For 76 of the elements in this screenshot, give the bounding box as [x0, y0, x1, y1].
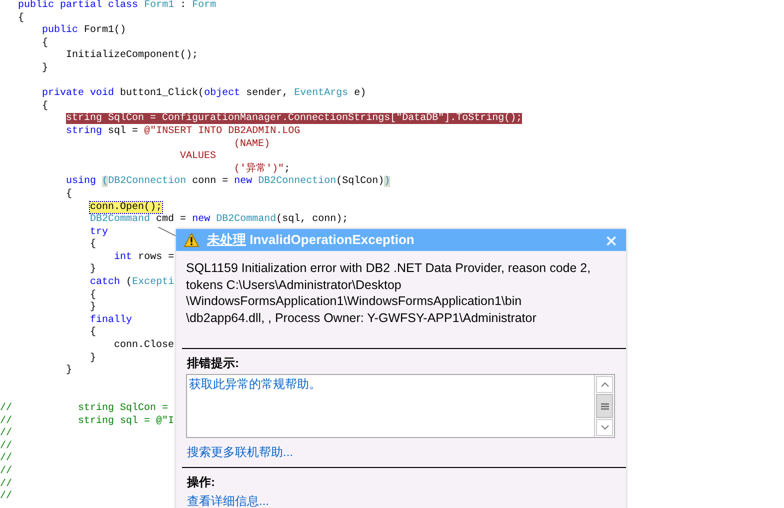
code-text: { — [90, 327, 96, 338]
code-text: { — [42, 100, 48, 112]
code-keyword: public partial class — [18, 0, 138, 11]
code-text: ; — [284, 164, 290, 175]
code-comment: // — [0, 466, 12, 477]
code-text: (sql, conn); — [276, 214, 348, 226]
leader-line — [158, 227, 176, 236]
type-name: DB2Connection — [108, 176, 186, 188]
code-text: { — [18, 12, 24, 24]
scroll-up-icon[interactable] — [600, 382, 608, 387]
code-text: { — [90, 290, 96, 301]
brace-match: ) — [384, 176, 390, 188]
error-message: SQL1159 Initialization error with DB2 .NET Data Provider, reason code 2, tokens C:\Users\Administrator\Desktop \WindowsFormsApplication1\WindowsFormsApplication1\bin \db2app64.dll, , Process Owner: Y-GWFSY-APP1\Administrator — [185, 260, 592, 327]
code-keyword: object — [204, 88, 240, 100]
code-comment: // string sql = @"I — [0, 416, 174, 427]
search-online-link[interactable]: 搜索更多联机帮助... — [187, 444, 615, 461]
string-literal: ('异常')" — [234, 164, 284, 175]
type-name: Excepti — [132, 277, 174, 288]
code-keyword: new — [234, 176, 252, 188]
code-text: sql = — [108, 126, 140, 137]
code-text: button1_Click( — [120, 88, 204, 100]
section-heading: 操作: — [187, 474, 216, 491]
code-text: cmd = — [156, 214, 188, 226]
code-keyword: private void — [42, 88, 114, 100]
grip-icon[interactable] — [600, 402, 608, 410]
code-keyword: public — [42, 25, 78, 36]
code-text: } — [90, 264, 96, 276]
code-keyword: new — [192, 214, 210, 226]
code-keyword: try — [90, 226, 108, 238]
action-link[interactable]: 查看详细信息... — [187, 493, 615, 508]
code-text: : — [180, 0, 188, 11]
type-name: EventArgs — [294, 88, 348, 100]
code-text: (SqlCon) — [336, 176, 384, 188]
string-literal: (NAME) — [234, 138, 270, 150]
type-name: Form1 — [144, 0, 174, 11]
code-comment: // — [0, 478, 12, 490]
brace-match: ( — [102, 176, 108, 188]
string-literal: @"INSERT INTO DB2ADMIN.LOG — [144, 126, 300, 137]
code-text: sender, — [246, 88, 290, 100]
code-text: rows = — [138, 252, 174, 263]
code-comment: // — [0, 440, 12, 452]
code-text: ( — [126, 277, 132, 288]
section-heading: 排错提示: — [187, 355, 240, 372]
code-keyword: finally — [90, 314, 132, 326]
code-text: { — [42, 38, 48, 49]
warning-icon — [184, 233, 199, 247]
help-link[interactable]: 获取此异常的常规帮助。 — [189, 376, 592, 393]
code-keyword: catch — [90, 277, 120, 288]
code-text: InitializeComponent(); — [66, 50, 198, 62]
type-name: DB2Command — [90, 214, 150, 226]
code-comment: // — [0, 491, 12, 502]
current-statement: conn.Open(); — [90, 202, 162, 212]
code-text: { — [66, 188, 72, 200]
type-name: Form — [192, 0, 216, 11]
code-keyword: string — [66, 126, 102, 137]
code-text: } — [66, 365, 72, 376]
code-comment: // — [0, 453, 12, 464]
dialog-title: 未处理 InvalidOperationException — [207, 231, 416, 249]
code-text: { — [90, 239, 96, 250]
string-literal: VALUES — [180, 151, 216, 162]
code-text: } — [42, 62, 48, 74]
code-text: e) — [354, 88, 366, 100]
scroll-down-icon[interactable] — [600, 425, 608, 430]
code-text: Form1() — [84, 25, 126, 36]
code-text: } — [90, 302, 96, 314]
code-keyword: int — [114, 252, 132, 263]
code-comment: // — [0, 428, 12, 440]
code-keyword: using — [66, 176, 96, 188]
error-highlight: string SqlCon = ConfigurationManager.ConnectionStrings["DataDB"].ToString(); — [66, 113, 522, 124]
code-text: conn = — [192, 176, 230, 188]
type-name: DB2Command — [216, 214, 276, 226]
code-comment: // string SqlCon = — [0, 403, 168, 414]
type-name: DB2Connection — [258, 176, 336, 188]
code-text: conn.Close — [114, 340, 174, 352]
code-text: } — [90, 352, 96, 364]
scrollbar[interactable] — [594, 375, 614, 437]
